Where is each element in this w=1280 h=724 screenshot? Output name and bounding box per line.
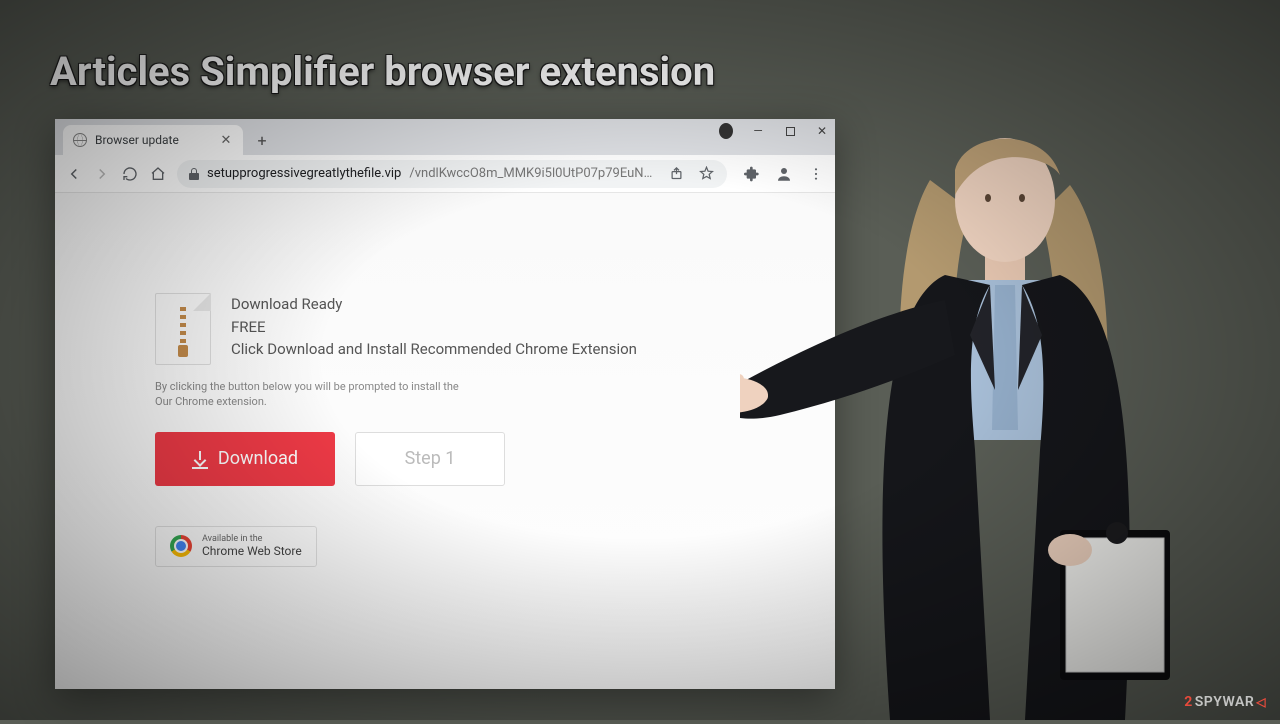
address-bar[interactable]: setupprogressivegreatlythefile.vip/vndlK…: [177, 160, 727, 188]
chrome-logo-icon: [170, 535, 192, 557]
url-host: setupprogressivegreatlythefile.vip: [207, 166, 401, 181]
file-archive-icon: [155, 293, 211, 365]
shield-icon[interactable]: [719, 123, 733, 139]
download-button[interactable]: Download: [155, 432, 335, 486]
lock-icon: [189, 168, 199, 180]
disclaimer-text: By clicking the button below you will be…: [155, 379, 735, 410]
watermark-text: SPYWAR: [1195, 694, 1255, 710]
browser-tab[interactable]: Browser update ✕: [63, 125, 243, 155]
new-tab-button[interactable]: +: [249, 127, 275, 153]
download-text: Download Ready FREE Click Download and I…: [231, 293, 637, 361]
watermark-arrow-icon: ◁: [1256, 695, 1266, 709]
globe-icon: [73, 133, 87, 147]
page-content: Download Ready FREE Click Download and I…: [55, 193, 835, 689]
forward-button: [93, 165, 111, 183]
url-path: /vndlKwccO8m_MMK9i5l0UtP07p79EuN7dxh9cIV…: [409, 166, 659, 181]
reload-button[interactable]: [121, 165, 139, 183]
step-button: Step 1: [355, 432, 505, 486]
chrome-webstore-badge[interactable]: Available in the Chrome Web Store: [155, 526, 317, 567]
home-button[interactable]: [149, 165, 167, 183]
presenter-image: [740, 90, 1240, 720]
store-text: Available in the Chrome Web Store: [202, 535, 302, 558]
close-tab-icon[interactable]: ✕: [219, 133, 233, 147]
download-button-label: Download: [218, 448, 298, 469]
tab-bar: Browser update ✕ + — ✕: [55, 119, 835, 155]
step-button-label: Step 1: [405, 448, 456, 469]
back-button[interactable]: [65, 165, 83, 183]
watermark: 2 SPYWAR ◁: [1184, 694, 1266, 710]
download-title: Download Ready: [231, 293, 637, 316]
browser-window: Browser update ✕ + — ✕ setupprogressiveg…: [55, 119, 835, 689]
download-arrow-icon: [192, 451, 208, 467]
page-heading: Articles Simplifier browser extension: [50, 48, 715, 95]
bookmark-star-icon[interactable]: [697, 165, 715, 183]
download-instruction: Click Download and Install Recommended C…: [231, 338, 637, 361]
tab-title: Browser update: [95, 133, 179, 147]
download-subtitle: FREE: [231, 316, 637, 339]
share-icon[interactable]: [667, 165, 685, 183]
watermark-prefix: 2: [1184, 694, 1193, 710]
browser-toolbar: setupprogressivegreatlythefile.vip/vndlK…: [55, 155, 835, 193]
